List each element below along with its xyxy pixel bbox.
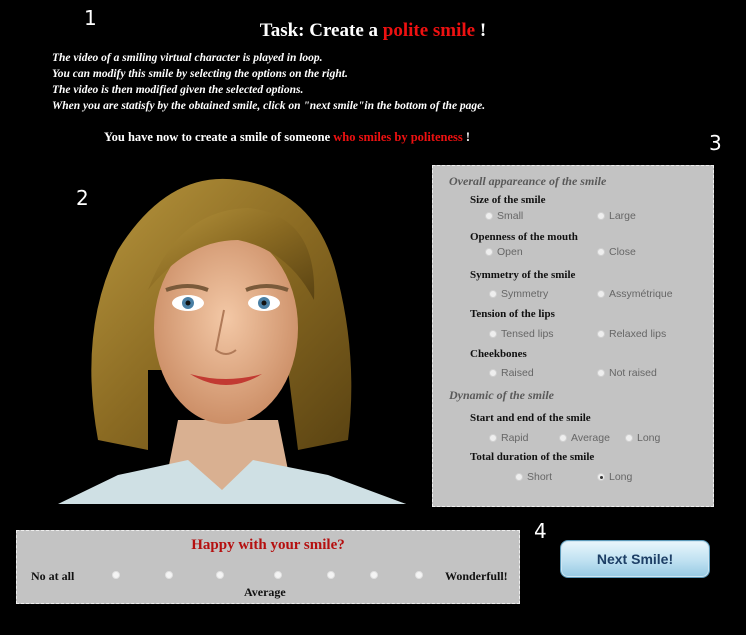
rating-mid-label: Average	[244, 585, 286, 599]
subtask-prefix: You have now to create a smile of someon…	[104, 130, 334, 144]
radio-icon[interactable]	[625, 434, 633, 442]
option-long-start[interactable]: Long	[625, 432, 660, 444]
option-rapid[interactable]: Rapid	[489, 432, 528, 444]
rating-point-6[interactable]	[370, 571, 378, 579]
option-label: Small	[497, 210, 524, 222]
instruction-line: When you are statisfy by the obtained sm…	[52, 100, 486, 112]
rating-point-2[interactable]	[165, 571, 173, 579]
radio-icon[interactable]	[515, 473, 523, 481]
rating-point-7[interactable]	[415, 571, 423, 579]
virtual-character-video	[58, 178, 406, 504]
rating-point-1[interactable]	[112, 571, 120, 579]
rating-point-5[interactable]	[327, 571, 335, 579]
radio-icon[interactable]	[485, 212, 493, 220]
option-label: Rapid	[501, 432, 529, 444]
instructions: The video of a smiling virtual character…	[52, 50, 485, 114]
option-short[interactable]: Short	[515, 471, 552, 483]
option-not-raised[interactable]: Not raised	[597, 367, 657, 379]
title-prefix: Task: Create a	[259, 20, 383, 41]
section-dynamic-title: Dynamic of the smile	[449, 388, 554, 402]
step-number-3: 3	[709, 131, 722, 155]
radio-icon[interactable]	[489, 290, 497, 298]
option-label: Assymétrique	[609, 288, 673, 300]
title-suffix: !	[475, 20, 487, 41]
option-label: Tensed lips	[501, 328, 554, 340]
radio-icon[interactable]	[489, 330, 497, 338]
option-label: Raised	[501, 367, 534, 379]
question-symmetry: Symmetry of the smile	[470, 269, 576, 281]
option-relaxed-lips[interactable]: Relaxed lips	[597, 328, 666, 340]
radio-icon[interactable]	[597, 212, 605, 220]
radio-icon[interactable]	[597, 369, 605, 377]
question-duration: Total duration of the smile	[470, 451, 595, 463]
option-label: Long	[637, 432, 661, 444]
option-large[interactable]: Large	[597, 210, 636, 222]
rating-high-label: Wonderfull!	[445, 569, 508, 583]
rating-question: Happy with your smile?	[191, 537, 345, 553]
option-label: Average	[571, 432, 610, 444]
radio-icon[interactable]	[489, 434, 497, 442]
subtask-highlight: who smiles by politeness	[333, 130, 463, 144]
option-label: Symmetry	[501, 288, 549, 300]
radio-icon[interactable]	[485, 248, 493, 256]
option-label: Large	[609, 210, 636, 222]
instruction-line: You can modify this smile by selecting t…	[52, 68, 348, 80]
option-symmetry[interactable]: Symmetry	[489, 288, 548, 300]
rating-low-label: No at all	[31, 569, 75, 583]
subtask-text: You have now to create a smile of someon…	[104, 130, 470, 145]
question-openness: Openness of the mouth	[470, 231, 578, 243]
option-raised[interactable]: Raised	[489, 367, 534, 379]
radio-icon[interactable]	[559, 434, 567, 442]
radio-icon[interactable]	[597, 330, 605, 338]
question-cheekbones: Cheekbones	[470, 348, 527, 360]
option-small[interactable]: Small	[485, 210, 523, 222]
option-assymetrique[interactable]: Assymétrique	[597, 288, 673, 300]
option-label: Open	[497, 246, 523, 258]
subtask-suffix: !	[462, 130, 471, 144]
question-size: Size of the smile	[470, 194, 546, 206]
option-close[interactable]: Close	[597, 246, 636, 258]
step-number-4: 4	[534, 519, 547, 543]
title-highlight: polite smile	[382, 20, 476, 41]
option-long-duration[interactable]: Long	[597, 471, 632, 483]
rating-point-3[interactable]	[216, 571, 224, 579]
next-smile-button[interactable]: Next Smile!	[560, 540, 710, 578]
option-average[interactable]: Average	[559, 432, 610, 444]
option-label: Relaxed lips	[609, 328, 667, 340]
rating-point-4[interactable]	[274, 571, 282, 579]
option-label: Long	[609, 471, 633, 483]
section-overall-title: Overall appareance of the smile	[449, 174, 607, 188]
radio-icon[interactable]	[597, 248, 605, 256]
question-tension: Tension of the lips	[470, 308, 555, 320]
option-label: Not raised	[609, 367, 657, 379]
option-open[interactable]: Open	[485, 246, 523, 258]
radio-icon[interactable]	[489, 369, 497, 377]
question-start-end: Start and end of the smile	[470, 412, 591, 424]
option-tensed-lips[interactable]: Tensed lips	[489, 328, 554, 340]
option-label: Close	[609, 246, 636, 258]
page-title: Task: Create a polite smile !	[0, 20, 746, 42]
satisfaction-rating: Happy with your smile? No at all Average…	[16, 530, 520, 604]
options-panel: Overall appareance of the smile Size of …	[432, 165, 714, 507]
option-label: Short	[527, 471, 553, 483]
radio-selected-icon[interactable]	[597, 473, 605, 481]
instruction-line: The video of a smiling virtual character…	[52, 52, 323, 64]
instruction-line: The video is then modified given the sel…	[52, 84, 304, 96]
radio-icon[interactable]	[597, 290, 605, 298]
